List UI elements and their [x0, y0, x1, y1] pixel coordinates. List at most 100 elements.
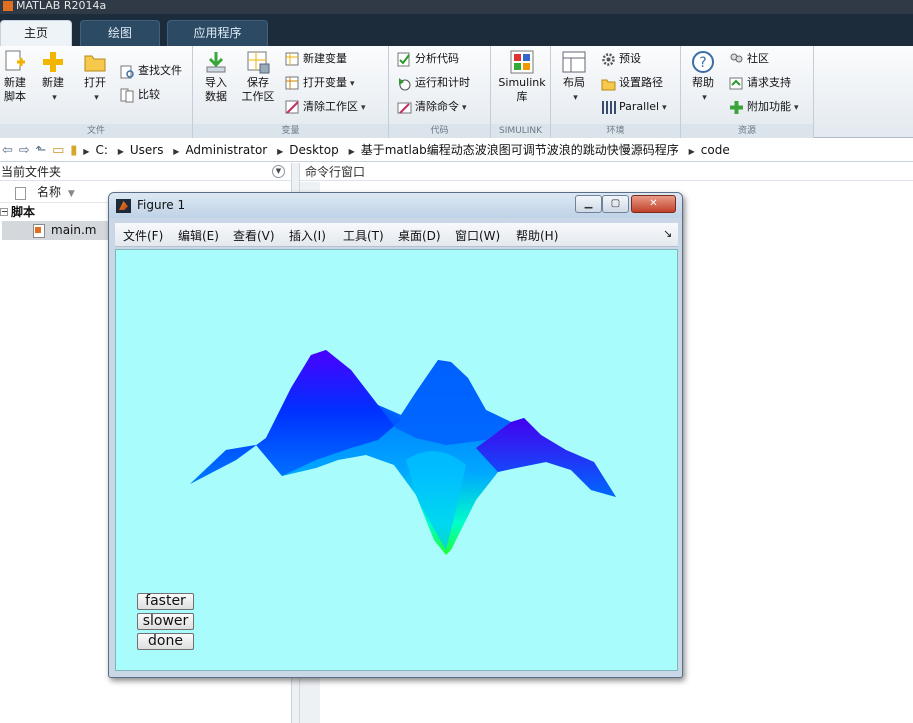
tab-home[interactable]: 主页 [0, 20, 72, 46]
simulink-library-icon [510, 50, 534, 74]
import-data-button[interactable]: 导入 数据 [201, 50, 231, 104]
folder-icon [83, 50, 107, 74]
simulink-group: Simulink 库 SIMULINK [491, 46, 551, 138]
dock-arrow-icon[interactable]: ↘ [663, 227, 672, 240]
close-button[interactable]: ✕ [631, 195, 676, 213]
up-folder-icon[interactable]: ⬑ [35, 139, 46, 161]
chevron-down-icon: ▾ [794, 103, 799, 113]
figure-title: Figure 1 [137, 198, 186, 212]
wave-surface-plot [190, 350, 616, 555]
open-button[interactable]: 打开 ▾ [78, 50, 112, 105]
breadcrumb-separator-icon: ▶ [277, 147, 284, 156]
app-title-bar: MATLAB R2014a [0, 0, 913, 14]
menu-file[interactable]: 文件(F) [123, 227, 163, 244]
figure-axes-canvas[interactable]: faster slower done [115, 249, 678, 671]
clear-workspace-icon [285, 100, 300, 115]
menu-tools[interactable]: 工具(T) [343, 227, 384, 244]
simulink-library-button[interactable]: Simulink 库 [497, 50, 547, 104]
resources-group-label: 资源 [681, 124, 813, 138]
code-group-label: 代码 [389, 124, 490, 138]
forward-arrow-icon[interactable]: ⇨ [19, 139, 30, 161]
clear-workspace-button[interactable]: 清除工作区 ▾ [285, 98, 366, 116]
menu-desktop[interactable]: 桌面(D) [398, 227, 441, 244]
breadcrumb-item[interactable]: Users [130, 139, 164, 161]
save-workspace-button[interactable]: 保存 工作区 [238, 50, 278, 104]
add-ons-button[interactable]: 附加功能 ▾ [729, 98, 799, 116]
new-variable-button[interactable]: 新建变量 [285, 50, 347, 68]
chevron-down-icon: ▾ [350, 79, 355, 89]
variable-group-label: 变量 [193, 124, 388, 138]
menu-view[interactable]: 查看(V) [233, 227, 275, 244]
set-path-icon [601, 76, 616, 91]
gear-icon [601, 52, 616, 67]
layout-button[interactable]: 布局 ▾ [559, 50, 589, 105]
run-and-time-button[interactable]: 运行和计时 [397, 74, 470, 92]
file-type-column-icon [15, 187, 26, 200]
new-variable-icon [285, 52, 300, 67]
breadcrumb-item[interactable]: C: [95, 139, 107, 161]
chevron-down-icon: ▾ [573, 93, 578, 103]
folder-icon: ▮ [70, 143, 78, 158]
breadcrumb-item[interactable]: 基于matlab编程动态波浪图可调节波浪的跳动快慢源码程序 [361, 139, 679, 161]
breadcrumb-separator-icon: ▶ [117, 147, 124, 156]
ribbon: 新建 脚本 新建 ▾ 打开 ▾ 查找文件 比较 文件 导入 数据 保存 工作区 … [0, 46, 913, 138]
find-files-button[interactable]: 查找文件 [120, 62, 182, 80]
panel-actions-icon[interactable]: ▼ [272, 165, 285, 178]
new-button[interactable]: 新建 ▾ [36, 50, 70, 105]
variable-group: 导入 数据 保存 工作区 新建变量 打开变量 ▾ 清除工作区 ▾ 变量 [193, 46, 389, 138]
command-window-title: 命令行窗口 [300, 163, 913, 181]
community-button[interactable]: 社区 [729, 50, 769, 68]
save-workspace-icon [246, 50, 270, 74]
analyze-code-button[interactable]: 分析代码 [397, 50, 459, 68]
browse-folder-icon[interactable]: ▭ [52, 139, 64, 161]
svg-text:?: ? [699, 55, 706, 71]
tab-plots[interactable]: 绘图 [80, 20, 160, 46]
faster-button[interactable]: faster [137, 593, 194, 610]
back-arrow-icon[interactable]: ⇦ [2, 139, 13, 161]
address-bar: ⇦ ⇨ ⬑ ▭ ▮ ▶ C: ▶ Users ▶ Administrator ▶ Des… [0, 139, 913, 162]
collapse-icon[interactable]: − [0, 208, 8, 216]
set-path-button[interactable]: 设置路径 [601, 74, 663, 92]
breadcrumb-item[interactable]: code [701, 139, 730, 161]
sort-chevron-icon: ▼ [67, 189, 75, 199]
environment-group-label: 环境 [551, 124, 680, 138]
minimize-button[interactable]: ▁ [575, 195, 602, 213]
new-script-icon [3, 50, 27, 74]
menu-insert[interactable]: 插入(I) [289, 227, 326, 244]
chevron-down-icon: ▾ [702, 93, 707, 103]
clear-commands-button[interactable]: 清除命令 ▾ [397, 98, 467, 116]
matlab-logo-icon [3, 1, 13, 11]
chevron-down-icon: ▾ [662, 103, 667, 113]
app-title: MATLAB R2014a [16, 0, 107, 12]
help-icon: ? [691, 50, 715, 74]
figure-title-bar[interactable]: Figure 1 ▁ ▢ ✕ [109, 193, 682, 218]
ribbon-tab-bar: 主页 绘图 应用程序 [0, 14, 913, 46]
code-group: 分析代码 运行和计时 清除命令 ▾ 代码 [389, 46, 491, 138]
find-files-icon [120, 64, 135, 79]
analyze-code-icon [397, 52, 412, 67]
preferences-button[interactable]: 预设 [601, 50, 641, 68]
menu-help[interactable]: 帮助(H) [516, 227, 558, 244]
tab-apps[interactable]: 应用程序 [167, 20, 268, 46]
open-variable-button[interactable]: 打开变量 ▾ [285, 74, 355, 92]
environment-group: 布局 ▾ 预设 设置路径 Parallel ▾ 环境 [551, 46, 681, 138]
request-support-button[interactable]: 请求支持 [729, 74, 791, 92]
maximize-button[interactable]: ▢ [602, 195, 629, 213]
parallel-button[interactable]: Parallel ▾ [601, 98, 667, 116]
m-file-icon [33, 224, 45, 238]
new-script-button[interactable]: 新建 脚本 [0, 50, 30, 104]
breadcrumb-item[interactable]: Administrator [185, 139, 267, 161]
menu-window[interactable]: 窗口(W) [455, 227, 500, 244]
slower-button[interactable]: slower [137, 613, 194, 630]
breadcrumb-item[interactable]: Desktop [289, 139, 339, 161]
help-button[interactable]: ? 帮助 ▾ [687, 50, 719, 105]
menu-edit[interactable]: 编辑(E) [178, 227, 219, 244]
file-group-label: 文件 [0, 124, 192, 138]
compare-icon [120, 88, 135, 103]
compare-button[interactable]: 比较 [120, 86, 160, 104]
done-button[interactable]: done [137, 633, 194, 650]
matlab-figure-icon [116, 199, 131, 213]
breadcrumb-separator-icon: ▶ [83, 147, 90, 156]
breadcrumb-separator-icon: ▶ [348, 147, 355, 156]
breadcrumb-separator-icon: ▶ [688, 147, 695, 156]
